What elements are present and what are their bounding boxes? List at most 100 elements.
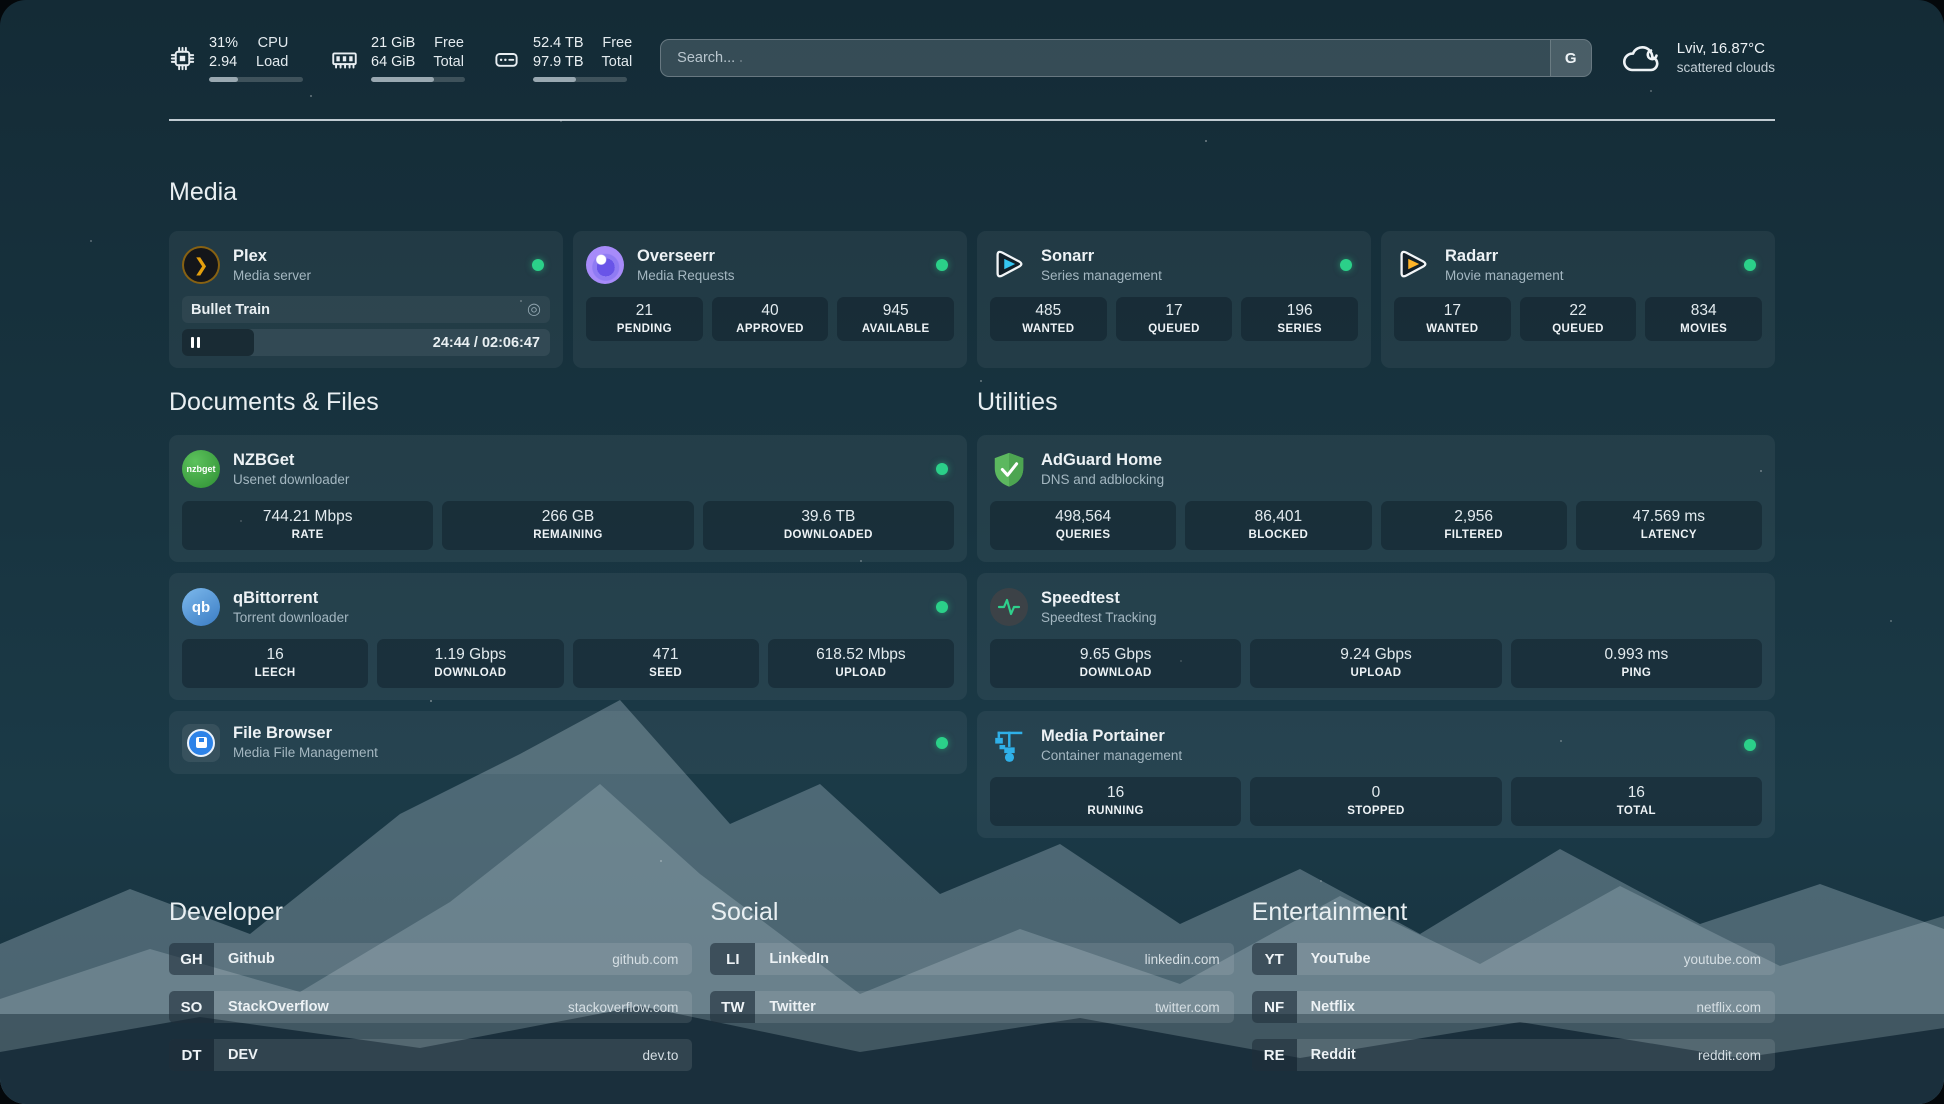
bookmark-name: Twitter: [755, 991, 1155, 1023]
status-dot-online: [936, 737, 948, 749]
cpu-load-label: Load: [256, 53, 288, 72]
bookmark-name: Netflix: [1297, 991, 1697, 1023]
bookmark-url: linkedin.com: [1145, 943, 1234, 975]
disk-total-value: 97.9 TB: [533, 53, 584, 72]
status-dot-online: [936, 601, 948, 613]
service-card-overseerr[interactable]: Overseerr Media Requests 21 PENDING 40 A…: [573, 231, 967, 368]
section-title-media: Media: [169, 178, 1775, 207]
stat-block: 744.21 Mbps RATE: [182, 501, 433, 550]
section-title-utilities: Utilities: [977, 388, 1775, 417]
stat-block: 40 APPROVED: [712, 297, 829, 341]
service-subtitle: Media server: [233, 267, 519, 285]
stat-block: 1.19 Gbps DOWNLOAD: [377, 639, 563, 688]
stat-block: 485 WANTED: [990, 297, 1107, 341]
stat-block: 16 LEECH: [182, 639, 368, 688]
memory-stat-widget: 21 GiB 64 GiB Free Total: [331, 34, 465, 81]
stat-block: 17 QUEUED: [1116, 297, 1233, 341]
dashboard-window: 31% 2.94 CPU Load: [0, 0, 1944, 1104]
service-title: Radarr: [1445, 246, 1731, 267]
status-dot-online: [1744, 739, 1756, 751]
service-title: Media Portainer: [1041, 726, 1731, 747]
memory-total-value: 64 GiB: [371, 53, 415, 72]
bookmark-name: YouTube: [1297, 943, 1684, 975]
bookmark-url: dev.to: [643, 1039, 693, 1071]
video-record-icon: ◎: [527, 302, 541, 318]
speedtest-icon: [990, 588, 1028, 626]
stat-block: 618.52 Mbps UPLOAD: [768, 639, 954, 688]
cpu-usage-value: 31%: [209, 34, 238, 53]
cpu-load-value: 2.94: [209, 53, 238, 72]
plex-icon: ❯: [182, 246, 220, 284]
status-dot-online: [936, 463, 948, 475]
bookmark-url: twitter.com: [1155, 991, 1234, 1023]
stat-block: 21 PENDING: [586, 297, 703, 341]
plex-now-playing: Bullet Train ◎ 24:44 / 02:06:47: [182, 296, 550, 356]
service-subtitle: Movie management: [1445, 267, 1731, 285]
stat-block: 498,564 QUERIES: [990, 501, 1176, 550]
bookmark-youtube[interactable]: YT YouTube youtube.com: [1252, 943, 1775, 975]
section-title-social: Social: [710, 898, 1233, 927]
memory-free-value: 21 GiB: [371, 34, 415, 53]
disk-free-value: 52.4 TB: [533, 34, 584, 53]
bookmark-github[interactable]: GH Github github.com: [169, 943, 692, 975]
weather-condition: scattered clouds: [1677, 59, 1775, 77]
bookmark-group-developer: Developer GH Github github.com SO StackO…: [169, 898, 692, 1071]
bookmark-stackoverflow[interactable]: SO StackOverflow stackoverflow.com: [169, 991, 692, 1023]
bookmark-reddit[interactable]: RE Reddit reddit.com: [1252, 1039, 1775, 1071]
stat-block: 39.6 TB DOWNLOADED: [703, 501, 954, 550]
stat-block: 16 RUNNING: [990, 777, 1241, 826]
service-card-portainer[interactable]: Media Portainer Container management 16 …: [977, 711, 1775, 838]
service-card-plex[interactable]: ❯ Plex Media server Bullet Train ◎: [169, 231, 563, 368]
service-subtitle: Container management: [1041, 747, 1731, 765]
bookmark-abbr: LI: [710, 943, 755, 975]
service-card-sonarr[interactable]: Sonarr Series management 485 WANTED 17 Q…: [977, 231, 1371, 368]
bookmark-linkedin[interactable]: LI LinkedIn linkedin.com: [710, 943, 1233, 975]
service-card-radarr[interactable]: Radarr Movie management 17 WANTED 22 QUE…: [1381, 231, 1775, 368]
bookmark-name: LinkedIn: [755, 943, 1144, 975]
status-dot-online: [1340, 259, 1352, 271]
bookmark-url: stackoverflow.com: [568, 991, 692, 1023]
stat-block: 471 SEED: [573, 639, 759, 688]
stat-block: 0.993 ms PING: [1511, 639, 1762, 688]
service-card-filebrowser[interactable]: File Browser Media File Management: [169, 711, 967, 774]
cpu-icon: [169, 45, 196, 72]
cloud-icon: [1620, 41, 1664, 75]
service-subtitle: Speedtest Tracking: [1041, 609, 1762, 627]
bookmark-url: github.com: [612, 943, 692, 975]
search-bar: G: [660, 39, 1592, 77]
bookmark-netflix[interactable]: NF Netflix netflix.com: [1252, 991, 1775, 1023]
service-title: Sonarr: [1041, 246, 1327, 267]
bookmark-dev[interactable]: DT DEV dev.to: [169, 1039, 692, 1071]
search-input[interactable]: [661, 40, 1550, 76]
now-playing-title: Bullet Train: [191, 302, 270, 318]
bookmark-abbr: SO: [169, 991, 214, 1023]
sonarr-icon: [990, 246, 1028, 284]
stat-block: 22 QUEUED: [1520, 297, 1637, 341]
service-subtitle: Usenet downloader: [233, 471, 923, 489]
bookmark-twitter[interactable]: TW Twitter twitter.com: [710, 991, 1233, 1023]
service-title: Speedtest: [1041, 588, 1762, 609]
media-card-grid: ❯ Plex Media server Bullet Train ◎: [169, 231, 1775, 368]
bookmark-name: DEV: [214, 1039, 643, 1071]
documents-column: Documents & Files nzbget NZBGet Usenet d…: [169, 388, 967, 838]
bookmark-name: Reddit: [1297, 1039, 1698, 1071]
service-card-adguard[interactable]: AdGuard Home DNS and adblocking 498,564 …: [977, 435, 1775, 562]
bookmark-url: netflix.com: [1696, 991, 1775, 1023]
service-card-qbittorrent[interactable]: qb qBittorrent Torrent downloader 16 LEE…: [169, 573, 967, 700]
service-card-nzbget[interactable]: nzbget NZBGet Usenet downloader 744.21 M…: [169, 435, 967, 562]
service-card-speedtest[interactable]: Speedtest Speedtest Tracking 9.65 Gbps D…: [977, 573, 1775, 700]
cpu-usage-label: CPU: [256, 34, 288, 53]
playback-time: 24:44 / 02:06:47: [433, 335, 550, 351]
stat-block: 945 AVAILABLE: [837, 297, 954, 341]
playback-progress-bar: 24:44 / 02:06:47: [182, 329, 550, 356]
nzbget-icon: nzbget: [182, 450, 220, 488]
stat-block: 16 TOTAL: [1511, 777, 1762, 826]
stat-block: 266 GB REMAINING: [442, 501, 693, 550]
disk-stat-widget: 52.4 TB 97.9 TB Free Total: [493, 34, 632, 81]
disk-icon: [493, 45, 520, 72]
filebrowser-icon: [182, 724, 220, 762]
stat-block: 17 WANTED: [1394, 297, 1511, 341]
disk-total-label: Total: [602, 53, 633, 72]
section-title-documents: Documents & Files: [169, 388, 967, 417]
search-provider-button[interactable]: G: [1550, 40, 1591, 76]
